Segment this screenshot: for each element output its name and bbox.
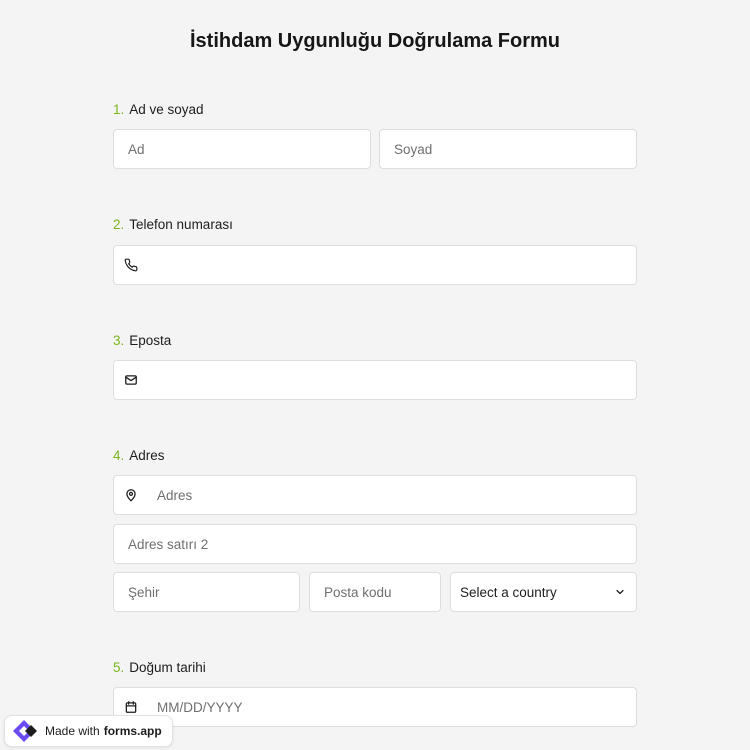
city-input[interactable]: Şehir	[113, 572, 300, 612]
question-label-text: Ad ve soyad	[129, 102, 204, 117]
phone-input[interactable]	[113, 245, 637, 285]
question-label-text: Telefon numarası	[129, 217, 233, 232]
question-number: 5.	[113, 660, 125, 675]
address-line2-placeholder: Adres satırı 2	[128, 536, 209, 552]
mail-icon	[123, 372, 139, 388]
birthdate-placeholder: MM/DD/YYYY	[157, 699, 243, 715]
question-number: 1.	[113, 102, 125, 117]
calendar-icon	[123, 699, 139, 715]
zip-placeholder: Posta kodu	[324, 584, 392, 600]
email-input[interactable]	[113, 360, 637, 400]
made-with-badge[interactable]: Made with forms.app	[4, 715, 173, 747]
chevron-down-icon	[614, 586, 626, 598]
question-label-text: Doğum tarihi	[129, 660, 206, 675]
address-line2-input[interactable]: Adres satırı 2	[113, 524, 637, 564]
country-select[interactable]: Select a country	[450, 572, 637, 612]
first-name-input[interactable]: Ad	[113, 129, 371, 169]
question-name-label: 1. Ad ve soyad	[113, 102, 204, 117]
badge-brand: forms.app	[103, 724, 162, 738]
zip-input[interactable]: Posta kodu	[309, 572, 441, 612]
phone-icon	[123, 257, 139, 273]
question-label-text: Eposta	[129, 333, 172, 348]
first-name-placeholder: Ad	[128, 141, 145, 157]
birthdate-input[interactable]: MM/DD/YYYY	[113, 687, 637, 727]
last-name-input[interactable]: Soyad	[379, 129, 637, 169]
question-label-text: Adres	[129, 448, 165, 463]
question-number: 3.	[113, 333, 125, 348]
question-number: 4.	[113, 448, 125, 463]
forms-app-logo-icon	[11, 718, 39, 744]
question-phone-label: 2. Telefon numarası	[113, 217, 233, 232]
question-birthdate-label: 5. Doğum tarihi	[113, 660, 206, 675]
country-select-value: Select a country	[460, 584, 557, 600]
question-address-label: 4. Adres	[113, 448, 165, 463]
city-placeholder: Şehir	[128, 584, 160, 600]
address-placeholder: Adres	[157, 487, 193, 503]
last-name-placeholder: Soyad	[394, 141, 433, 157]
badge-prefix: Made with	[45, 724, 100, 738]
question-email-label: 3. Eposta	[113, 333, 171, 348]
address-input[interactable]: Adres	[113, 475, 637, 515]
form-title: İstihdam Uygunluğu Doğrulama Formu	[189, 30, 560, 52]
question-number: 2.	[113, 217, 125, 232]
map-pin-icon	[123, 487, 139, 503]
